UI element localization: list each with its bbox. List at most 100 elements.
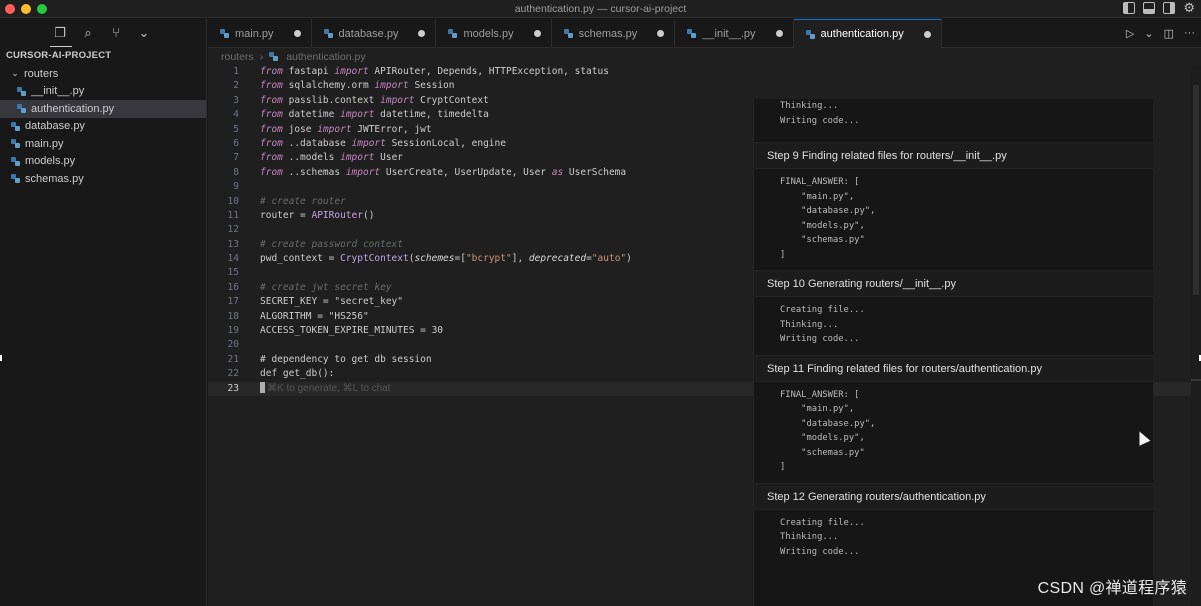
- line-number: 20: [227, 339, 239, 351]
- line-number: 3: [233, 94, 239, 106]
- python-file-icon: [448, 29, 458, 38]
- watermark: CSDN @禅道程序猿: [1037, 580, 1187, 597]
- chevron-right-icon: ›: [259, 50, 264, 63]
- log-line: Thinking...: [780, 319, 839, 330]
- tab-database[interactable]: database.py: [312, 19, 437, 48]
- code-text: pwd_context = CryptContext(schemes=["bcr…: [260, 253, 632, 265]
- unsaved-dot-icon[interactable]: [657, 30, 665, 37]
- project-header[interactable]: CURSOR-AI-PROJECT: [0, 47, 206, 65]
- tree-item-label: __init__.py: [31, 85, 85, 98]
- tab-label: database.py: [338, 27, 399, 40]
- tab-label: authentication.py: [820, 28, 904, 40]
- line-number: 10: [227, 195, 239, 207]
- tree-item-label: main.py: [25, 137, 64, 150]
- log-line: Writing code...: [780, 546, 860, 557]
- run-icon[interactable]: ▷: [1126, 27, 1134, 40]
- tab-init[interactable]: __init__.py: [675, 19, 794, 48]
- tree-item-label: database.py: [25, 120, 85, 133]
- tab-label: main.py: [235, 27, 274, 40]
- generation-output-panel[interactable]: Thinking... Writing code... Step 9 Findi…: [753, 99, 1153, 606]
- tree-item-label: routers: [24, 67, 59, 80]
- breadcrumb-folder[interactable]: routers: [221, 51, 254, 63]
- line-number: 6: [233, 137, 239, 149]
- tab-main[interactable]: main.py: [208, 19, 312, 48]
- log-line: Creating file...: [780, 517, 865, 528]
- tab-models[interactable]: models.py: [436, 19, 552, 48]
- line-number: 21: [227, 353, 239, 365]
- code-text: from ..schemas import UserCreate, UserUp…: [260, 166, 627, 178]
- step-log: FINAL_ANSWER: [ "main.py", "database.py"…: [754, 382, 1153, 483]
- tab-authentication[interactable]: authentication.py: [793, 19, 942, 48]
- python-file-icon: [11, 139, 20, 149]
- step-log: FINAL_ANSWER: [ "main.py", "database.py"…: [754, 169, 1153, 270]
- source-control-icon[interactable]: ⑂: [109, 26, 123, 40]
- toggle-secondary-sidebar-icon[interactable]: [1163, 2, 1176, 14]
- code-line: 2 from sqlalchemy.orm import Session: [208, 79, 1201, 93]
- python-file-icon: [11, 121, 20, 131]
- line-number: 15: [227, 267, 239, 279]
- sash-handle[interactable]: [0, 355, 2, 361]
- unsaved-dot-icon[interactable]: [533, 30, 541, 37]
- tree-file-main[interactable]: main.py: [0, 135, 206, 153]
- line-number: 9: [233, 181, 239, 193]
- split-editor-icon[interactable]: ◫: [1164, 27, 1174, 40]
- log-line: "database.py",: [780, 206, 876, 216]
- tree-file-schemas[interactable]: schemas.py: [0, 170, 206, 188]
- code-text: from ..models import User: [260, 152, 404, 164]
- line-number: 12: [227, 224, 239, 236]
- tab-schemas[interactable]: schemas.py: [552, 19, 676, 48]
- log-line: "models.py",: [780, 220, 865, 231]
- code-comment: # create router: [260, 195, 346, 207]
- unsaved-dot-icon[interactable]: [293, 30, 301, 37]
- tab-label: schemas.py: [578, 27, 638, 40]
- breadcrumb-file[interactable]: authentication.py: [286, 51, 365, 63]
- tree-file-models[interactable]: models.py: [0, 153, 206, 171]
- unsaved-dot-icon[interactable]: [923, 30, 931, 38]
- scrollbar-thumb[interactable]: [1193, 85, 1199, 295]
- line-number: 4: [233, 109, 239, 121]
- code-line: 1 from fastapi import APIRouter, Depends,…: [208, 65, 1201, 79]
- log-line: FINAL_ANSWER: [: [780, 389, 860, 400]
- step-header: Step 9 Finding related files for routers…: [754, 142, 1153, 169]
- python-file-icon: [17, 104, 26, 114]
- chevron-down-icon[interactable]: ⌄: [137, 26, 151, 40]
- python-file-icon: [269, 52, 279, 61]
- tab-label: __init__.py: [702, 27, 756, 40]
- log-line: "database.py",: [780, 418, 876, 429]
- code-text: SECRET_KEY = "secret_key": [260, 296, 403, 308]
- step-log: Creating file... Thinking... Writing cod…: [754, 510, 1153, 560]
- toggle-primary-sidebar-icon[interactable]: [1123, 2, 1136, 14]
- window-title: authentication.py — cursor-ai-project: [514, 3, 687, 15]
- line-number: 5: [233, 123, 239, 135]
- log-line: Creating file...: [780, 305, 865, 315]
- tree-file-authentication[interactable]: authentication.py: [0, 100, 206, 118]
- files-icon[interactable]: ❐: [53, 26, 67, 40]
- tab-label: models.py: [463, 27, 514, 40]
- step-log: Creating file... Thinking... Writing cod…: [754, 297, 1153, 355]
- code-text: ALGORITHM = "HS256": [260, 310, 369, 322]
- tree-file-database[interactable]: database.py: [0, 118, 206, 136]
- breadcrumb: routers › authentication.py: [208, 48, 1201, 65]
- tree-file-init[interactable]: __init__.py: [0, 83, 206, 101]
- tree-item-label: schemas.py: [25, 172, 84, 185]
- code-text: ACCESS_TOKEN_EXPIRE_MINUTES = 30: [260, 325, 444, 337]
- tree-folder-routers[interactable]: ⌄ routers: [0, 65, 206, 83]
- gear-icon[interactable]: ⚙: [1183, 1, 1195, 14]
- python-file-icon: [11, 174, 20, 184]
- step-log: Thinking... Writing code...: [754, 99, 1153, 128]
- code-comment: # create jwt secret key: [260, 281, 392, 293]
- log-line: ]: [780, 249, 786, 260]
- search-icon[interactable]: ⌕: [81, 26, 95, 40]
- code-text[interactable]: ⌘K to generate, ⌘L to chat: [260, 381, 391, 396]
- ai-shortcut-hint: ⌘K to generate, ⌘L to chat: [267, 382, 391, 394]
- unsaved-dot-icon[interactable]: [418, 30, 426, 37]
- editor-scrollbar[interactable]: [1191, 67, 1201, 606]
- chevron-down-icon[interactable]: ⌄: [1144, 27, 1153, 40]
- line-number: 8: [233, 166, 239, 178]
- log-line: "main.py",: [780, 404, 855, 414]
- log-line: ]: [780, 462, 786, 472]
- unsaved-dot-icon[interactable]: [775, 30, 783, 37]
- python-file-icon: [11, 156, 20, 166]
- toggle-panel-icon[interactable]: [1143, 2, 1156, 14]
- more-actions-icon[interactable]: ···: [1184, 27, 1195, 40]
